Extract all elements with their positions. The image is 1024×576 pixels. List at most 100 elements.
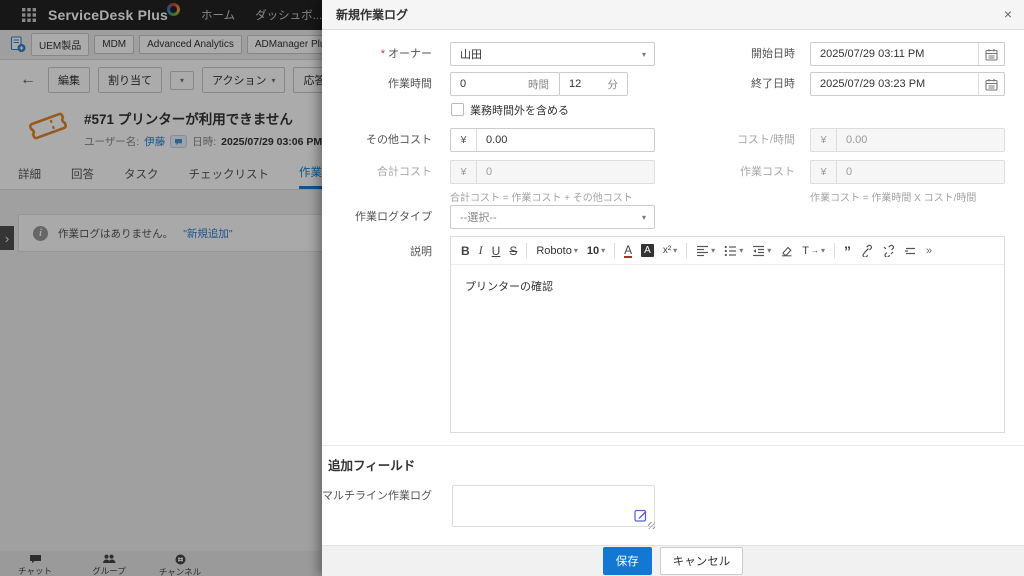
- font-family-value: Roboto: [536, 244, 572, 257]
- caret-down-icon: ▾: [767, 246, 772, 255]
- calendar-icon: [985, 48, 998, 61]
- caret-down-icon: ▾: [820, 246, 825, 255]
- strikethrough-button[interactable]: S: [509, 244, 517, 258]
- end-time-label: 終了日時: [751, 78, 795, 90]
- save-button[interactable]: 保存: [602, 547, 652, 575]
- unlink-icon: [883, 244, 894, 257]
- underline-button[interactable]: U: [492, 244, 501, 258]
- highlight-color-button[interactable]: A: [641, 244, 654, 257]
- indent-dropdown[interactable]: ▾: [752, 245, 771, 257]
- caret-down-icon: ▾: [641, 49, 646, 59]
- modal-footer: 保存 キャンセル: [322, 545, 1024, 576]
- total-cost-label: 合計コスト: [377, 166, 432, 178]
- section-divider: [322, 445, 1024, 446]
- font-size-value: 10: [586, 244, 600, 257]
- compose-icon[interactable]: [634, 508, 648, 522]
- required-asterisk: *: [380, 48, 385, 60]
- owner-label-text: オーナー: [388, 48, 432, 60]
- owner-value: 山田: [460, 49, 482, 61]
- superscript-dropdown[interactable]: x² ▾: [663, 245, 677, 256]
- work-cost-label: 作業コスト: [740, 166, 795, 178]
- toolbar-separator: [526, 243, 528, 258]
- hours-value: 0: [460, 78, 467, 90]
- caret-down-icon: ▾: [641, 212, 646, 222]
- description-editor[interactable]: B I U S Roboto ▾ 10 ▾ A A x² ▾ ▾ ▾ ▾ T →…: [450, 236, 1005, 433]
- end-time-field[interactable]: 2025/07/29 03:23 PM: [810, 72, 1005, 96]
- worklog-type-value: --選択--: [460, 212, 497, 224]
- font-family-dropdown[interactable]: Roboto ▾: [536, 245, 578, 257]
- caret-down-icon: ▾: [673, 246, 678, 255]
- description-content[interactable]: プリンターの確認: [451, 265, 1004, 307]
- start-time-value: 2025/07/29 03:11 PM: [820, 48, 925, 60]
- end-calendar-button[interactable]: [978, 73, 1004, 95]
- toolbar-separator: [833, 243, 835, 258]
- worklog-type-label: 作業ログタイプ: [355, 211, 432, 223]
- other-cost-value: 0.00: [486, 134, 508, 146]
- caret-down-icon: ▾: [573, 246, 578, 255]
- editor-toolbar: B I U S Roboto ▾ 10 ▾ A A x² ▾ ▾ ▾ ▾ T →…: [451, 237, 1004, 265]
- other-cost-field[interactable]: ¥ 0.00: [450, 128, 655, 152]
- minutes-value: 12: [569, 78, 582, 90]
- time-taken-label: 作業時間: [388, 78, 432, 90]
- total-cost-field: ¥ 0: [450, 160, 655, 184]
- modal-header: 新規作業ログ ×: [322, 0, 1024, 30]
- resize-handle[interactable]: [648, 522, 655, 529]
- cost-per-hour-label: コスト/時間: [736, 134, 795, 146]
- description-label: 説明: [410, 246, 432, 258]
- font-color-button[interactable]: A: [624, 244, 633, 258]
- work-cost-field: ¥ 0: [810, 160, 1005, 184]
- minutes-unit: 分: [607, 78, 619, 91]
- more-tools-button[interactable]: »: [926, 245, 932, 257]
- bullet-list-icon: [724, 245, 737, 256]
- link-icon: [862, 244, 872, 257]
- end-time-value: 2025/07/29 03:23 PM: [820, 78, 926, 90]
- additional-fields-title: 追加フィールド: [328, 459, 416, 473]
- close-icon[interactable]: ×: [1004, 6, 1012, 22]
- total-cost-hint: 合計コスト = 作業コスト + その他コスト: [450, 193, 633, 204]
- owner-select[interactable]: 山田 ▾: [450, 42, 655, 66]
- superscript-value: x²: [662, 245, 672, 256]
- start-time-label: 開始日時: [751, 48, 795, 60]
- arrow-right-icon: →: [810, 246, 819, 255]
- cost-per-hour-value: 0.00: [846, 134, 868, 146]
- insert-link-button[interactable]: [860, 244, 873, 257]
- nonoperational-checkbox[interactable]: [451, 103, 464, 116]
- cancel-button[interactable]: キャンセル: [659, 547, 744, 575]
- other-cost-label: その他コスト: [366, 134, 432, 146]
- currency-symbol: ¥: [811, 161, 837, 183]
- align-dropdown[interactable]: ▾: [696, 245, 715, 257]
- toolbar-separator: [686, 243, 688, 258]
- hours-unit: 時間: [528, 78, 549, 91]
- screen: ServiceDesk Plus ホーム ダッシュボ... リクエスト UEM製…: [0, 0, 1024, 576]
- currency-symbol: ¥: [811, 129, 837, 151]
- multiline-worklog-label: マルチライン作業ログ: [322, 490, 432, 502]
- indent-icon: [753, 245, 765, 256]
- caret-down-icon: ▾: [711, 246, 716, 255]
- work-cost-hint: 作業コスト = 作業時間 X コスト/時間: [810, 193, 977, 204]
- caret-down-icon: ▾: [739, 246, 744, 255]
- currency-symbol: ¥: [451, 129, 477, 151]
- nonoperational-label: 業務時間外を含める: [470, 105, 569, 117]
- hours-input[interactable]: 0 時間: [450, 72, 560, 96]
- bold-button[interactable]: B: [461, 244, 470, 258]
- insert-line-button[interactable]: [904, 245, 917, 257]
- minutes-input[interactable]: 12 分: [559, 72, 628, 96]
- new-worklog-modal: 新規作業ログ × * オーナー 山田 ▾ 開始日時 2025/07/29 03:1…: [322, 0, 1024, 576]
- start-time-field[interactable]: 2025/07/29 03:11 PM: [810, 42, 1005, 66]
- work-cost-value: 0: [846, 166, 853, 178]
- calendar-icon: [985, 78, 998, 91]
- blockquote-button[interactable]: ”: [844, 243, 851, 259]
- worklog-type-select[interactable]: --選択-- ▾: [450, 205, 655, 229]
- unlink-button[interactable]: [882, 244, 895, 257]
- total-cost-value: 0: [486, 166, 493, 178]
- list-dropdown[interactable]: ▾: [724, 245, 743, 257]
- start-calendar-button[interactable]: [978, 43, 1004, 65]
- font-size-dropdown[interactable]: 10 ▾: [587, 245, 605, 257]
- text-direction-letter: T: [802, 244, 809, 257]
- clear-format-button[interactable]: [780, 244, 793, 257]
- text-direction-dropdown[interactable]: T → ▾: [802, 245, 825, 257]
- multiline-worklog-textarea[interactable]: [452, 485, 655, 529]
- italic-button[interactable]: I: [479, 243, 483, 258]
- cost-per-hour-field: ¥ 0.00: [810, 128, 1005, 152]
- lines-icon: [904, 247, 915, 254]
